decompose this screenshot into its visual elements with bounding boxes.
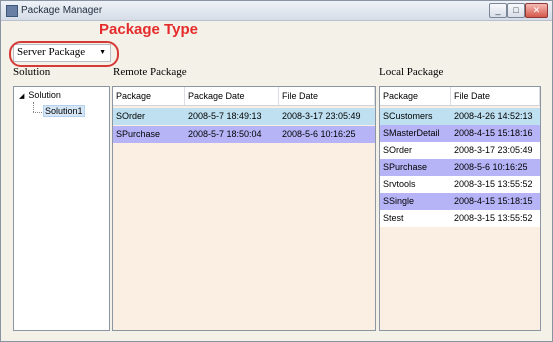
table-row[interactable]: SSingle 2008-4-15 15:18:15 xyxy=(380,193,540,210)
package-type-value: Server Package xyxy=(17,46,86,58)
cell-package: SSingle xyxy=(383,196,415,206)
title-bar: Package Manager _ □ ✕ xyxy=(1,1,552,21)
cell-package: SOrder xyxy=(383,145,413,155)
cell-package: Srvtools xyxy=(383,179,416,189)
local-package-grid[interactable]: Package File Date SCustomers 2008-4-26 1… xyxy=(379,86,541,331)
table-row[interactable]: Stest 2008-3-15 13:55:52 xyxy=(380,210,540,227)
local-grid-header: Package File Date xyxy=(380,87,540,106)
cell-package: SPurchase xyxy=(116,129,161,139)
package-type-dropdown[interactable]: Server Package ▼ xyxy=(13,44,111,62)
cell-file-date: 2008-4-15 15:18:15 xyxy=(454,196,533,206)
tree-node-solution[interactable]: ◢ Solution xyxy=(19,90,61,100)
column-header-package[interactable]: Package xyxy=(380,87,451,105)
tree-connector xyxy=(33,112,42,113)
remote-package-label: Remote Package xyxy=(113,66,187,78)
cell-package: SOrder xyxy=(116,111,146,121)
table-row[interactable]: SOrder 2008-5-7 18:49:13 2008-3-17 23:05… xyxy=(113,108,375,125)
cell-file-date: 2008-5-6 10:16:25 xyxy=(282,129,356,139)
tree-connector xyxy=(33,102,34,112)
table-row[interactable]: SOrder 2008-3-17 23:05:49 xyxy=(380,142,540,159)
package-type-annotation: Package Type xyxy=(99,21,198,38)
cell-file-date: 2008-3-15 13:55:52 xyxy=(454,213,533,223)
solution-label: Solution xyxy=(13,66,51,78)
cell-file-date: 2008-3-15 13:55:52 xyxy=(454,179,533,189)
chevron-down-icon: ▼ xyxy=(99,48,106,56)
table-row[interactable]: SPurchase 2008-5-7 18:50:04 2008-5-6 10:… xyxy=(113,126,375,143)
maximize-button[interactable]: □ xyxy=(507,3,525,18)
cell-package-date: 2008-5-7 18:49:13 xyxy=(188,111,262,121)
app-icon xyxy=(6,5,18,17)
solution-tree[interactable]: ◢ Solution Solution1 xyxy=(13,86,110,331)
tree-node-label: Solution xyxy=(28,90,61,100)
table-row[interactable]: SPurchase 2008-5-6 10:16:25 xyxy=(380,159,540,176)
cell-package: Stest xyxy=(383,213,404,223)
cell-file-date: 2008-5-6 10:16:25 xyxy=(454,162,528,172)
remote-package-grid[interactable]: Package Package Date File Date SOrder 20… xyxy=(112,86,376,331)
window-title: Package Manager xyxy=(21,5,103,16)
local-package-label: Local Package xyxy=(379,66,444,78)
table-row[interactable]: Srvtools 2008-3-15 13:55:52 xyxy=(380,176,540,193)
cell-file-date: 2008-3-17 23:05:49 xyxy=(454,145,533,155)
tree-node-solution1[interactable]: Solution1 xyxy=(43,105,85,117)
remote-grid-header: Package Package Date File Date xyxy=(113,87,375,106)
column-header-package[interactable]: Package xyxy=(113,87,185,105)
cell-package: SMasterDetail xyxy=(383,128,440,138)
cell-package: SPurchase xyxy=(383,162,428,172)
column-header-package-date[interactable]: Package Date xyxy=(185,87,279,105)
tree-expand-icon[interactable]: ◢ xyxy=(19,93,24,100)
cell-file-date: 2008-3-17 23:05:49 xyxy=(282,111,361,121)
table-row[interactable]: SMasterDetail 2008-4-15 15:18:16 xyxy=(380,125,540,142)
close-button[interactable]: ✕ xyxy=(525,3,548,18)
cell-file-date: 2008-4-26 14:52:13 xyxy=(454,111,533,121)
column-header-file-date[interactable]: File Date xyxy=(451,87,540,105)
cell-package: SCustomers xyxy=(383,111,433,121)
table-row[interactable]: SCustomers 2008-4-26 14:52:13 xyxy=(380,108,540,125)
column-header-file-date[interactable]: File Date xyxy=(279,87,375,105)
minimize-button[interactable]: _ xyxy=(489,3,507,18)
cell-package-date: 2008-5-7 18:50:04 xyxy=(188,129,262,139)
package-manager-window: Package Manager _ □ ✕ Package Type Serve… xyxy=(0,0,553,342)
cell-file-date: 2008-4-15 15:18:16 xyxy=(454,128,533,138)
